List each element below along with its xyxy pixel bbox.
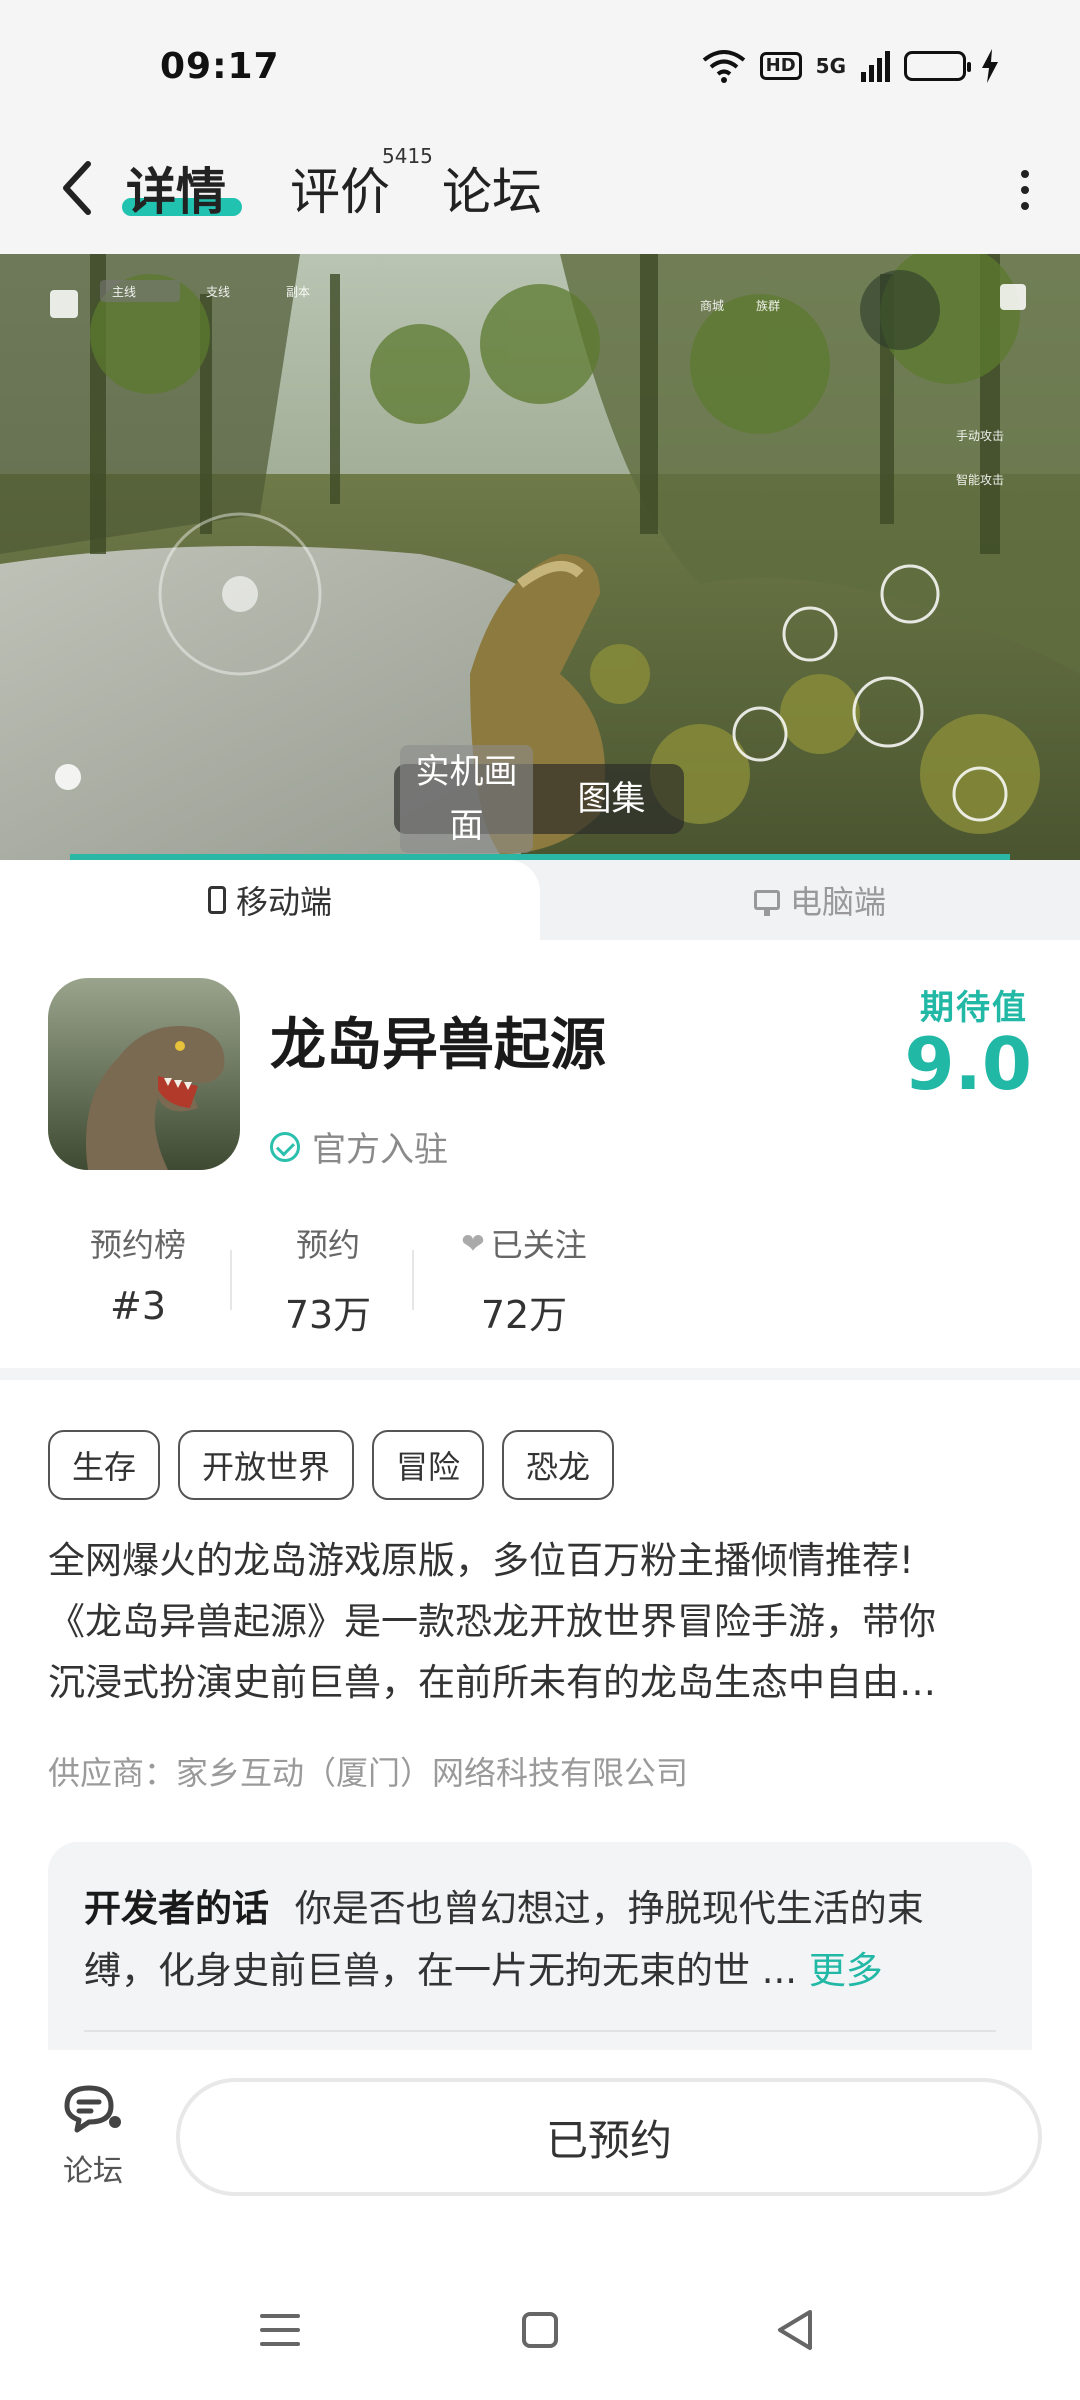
media-video-tab[interactable]: 实机画面: [400, 745, 533, 853]
game-title: 龙岛异兽起源: [270, 1013, 606, 1078]
stat-rank-value: #3: [109, 1284, 167, 1328]
tab-mobile-label: 移动端: [235, 883, 332, 921]
description-line: 全网爆火的龙岛游戏原版，多位百万粉主播倾情推荐!: [48, 1539, 914, 1582]
phone-icon: [207, 886, 226, 914]
tag-dinosaur[interactable]: 恐龙: [502, 1430, 615, 1500]
tab-pc-label: 电脑端: [789, 883, 886, 921]
stat-following-value: 72万: [480, 1293, 568, 1337]
svg-text:商城: 商城: [700, 298, 724, 313]
status-time: 09:17: [160, 46, 280, 87]
bottom-action-bar: 论坛 已预约: [0, 2050, 1080, 2250]
stat-divider: [412, 1250, 414, 1310]
wifi-icon: [702, 50, 745, 83]
top-nav: 详情 评价 5415 论坛: [0, 130, 1080, 254]
hd-icon: HD: [759, 52, 802, 80]
game-stats: 预约榜 #3 预约 73万 ❤ 已关注 72万: [48, 1220, 748, 1337]
description-line: 沉浸式扮演史前巨兽，在前所未有的龙岛生态中自由…: [48, 1661, 936, 1704]
svg-text:手动攻击: 手动攻击: [956, 429, 1004, 443]
description-line: 《龙岛异兽起源》是一款恐龙开放世界冒险手游，带你: [48, 1600, 936, 1643]
signal-icon: [861, 51, 890, 82]
network-type: 5G: [815, 54, 846, 78]
developer-note-title: 开发者的话: [84, 1887, 269, 1930]
stat-divider: [230, 1250, 232, 1310]
tag-adventure[interactable]: 冒险: [372, 1430, 485, 1500]
home-icon[interactable]: [510, 2300, 570, 2360]
svg-text:副本: 副本: [286, 285, 310, 299]
supplier-info: 供应商：家乡互动（厦门）网络科技有限公司: [48, 1754, 689, 1792]
stat-reservations-label: 预约: [295, 1226, 360, 1264]
stat-rank[interactable]: 预约榜 #3: [48, 1220, 228, 1328]
official-label: 官方入驻: [312, 1130, 448, 1170]
game-app-icon: [48, 978, 240, 1170]
tab-pc[interactable]: 电脑端: [560, 860, 1080, 940]
stat-reservations-value: 73万: [284, 1293, 372, 1337]
monitor-icon: [753, 890, 780, 916]
back-arrow-icon[interactable]: [50, 158, 110, 218]
stat-following-text: 已关注: [490, 1226, 587, 1264]
tag-open-world[interactable]: 开放世界: [178, 1430, 355, 1500]
stat-following-label: ❤ 已关注: [434, 1220, 614, 1266]
more-options-icon[interactable]: [1010, 160, 1040, 220]
status-icons: HD 5G: [702, 48, 1000, 84]
tab-reviews[interactable]: 评价: [290, 152, 390, 224]
svg-text:支线: 支线: [206, 285, 230, 299]
forum-button-label: 论坛: [63, 2154, 123, 2189]
back-triangle-icon[interactable]: [766, 2300, 826, 2360]
developer-more-link[interactable]: 更多: [809, 1949, 883, 1992]
tab-forum[interactable]: 论坛: [442, 152, 542, 224]
forum-chat-icon: [64, 2085, 121, 2133]
status-bar: 09:17 HD 5G: [0, 0, 1080, 130]
tab-mobile[interactable]: 移动端: [0, 860, 540, 940]
svg-text:主线: 主线: [112, 285, 136, 299]
media-gallery-tab[interactable]: 图集: [545, 772, 678, 826]
card-divider: [84, 2030, 996, 2032]
tab-details[interactable]: 详情: [126, 152, 226, 224]
game-video-player[interactable]: 主线 支线 副本 商城 族群 手动攻击 智能攻击 实机画面 图集: [0, 254, 1080, 860]
stat-reservations: 预约 73万: [238, 1220, 418, 1339]
media-type-switch: 实机画面 图集: [394, 745, 684, 853]
battery-icon: [904, 51, 971, 81]
game-description[interactable]: 全网爆火的龙岛游戏原版，多位百万粉主播倾情推荐! 《龙岛异兽起源》是一款恐龙开放…: [48, 1530, 1038, 1713]
reserved-button[interactable]: 已预约: [176, 2078, 1042, 2196]
charging-icon: [982, 49, 998, 83]
svg-text:智能攻击: 智能攻击: [956, 472, 1004, 487]
tag-survival[interactable]: 生存: [48, 1430, 161, 1500]
menu-icon[interactable]: [250, 2300, 310, 2360]
forum-button[interactable]: 论坛: [48, 2082, 138, 2190]
tab-forum-label: 论坛: [442, 163, 542, 221]
tab-details-label: 详情: [126, 163, 226, 221]
tab-reviews-label: 评价: [290, 163, 390, 221]
section-divider: [0, 1368, 1080, 1380]
verified-check-icon: [270, 1131, 300, 1162]
heart-icon: ❤: [461, 1226, 485, 1260]
official-badge: 官方入驻: [270, 1122, 448, 1171]
developer-note: 开发者的话 你是否也曾幻想过，挣脱现代生活的束缚，化身史前巨兽，在一片无拘无束的…: [84, 1878, 996, 2002]
svg-text:族群: 族群: [756, 299, 780, 313]
stat-rank-label: 预约榜: [89, 1226, 186, 1264]
developer-note-card[interactable]: 开发者的话 你是否也曾幻想过，挣脱现代生活的束缚，化身史前巨兽，在一片无拘无束的…: [48, 1842, 1032, 2062]
system-nav-bar: [0, 2260, 1080, 2400]
tag-list: 生存 开放世界 冒险 恐龙: [48, 1430, 615, 1500]
expectation-score: 9.0: [904, 1022, 1032, 1106]
platform-tabs: 移动端 电脑端: [0, 860, 1080, 940]
stat-following[interactable]: ❤ 已关注 72万: [434, 1220, 614, 1339]
